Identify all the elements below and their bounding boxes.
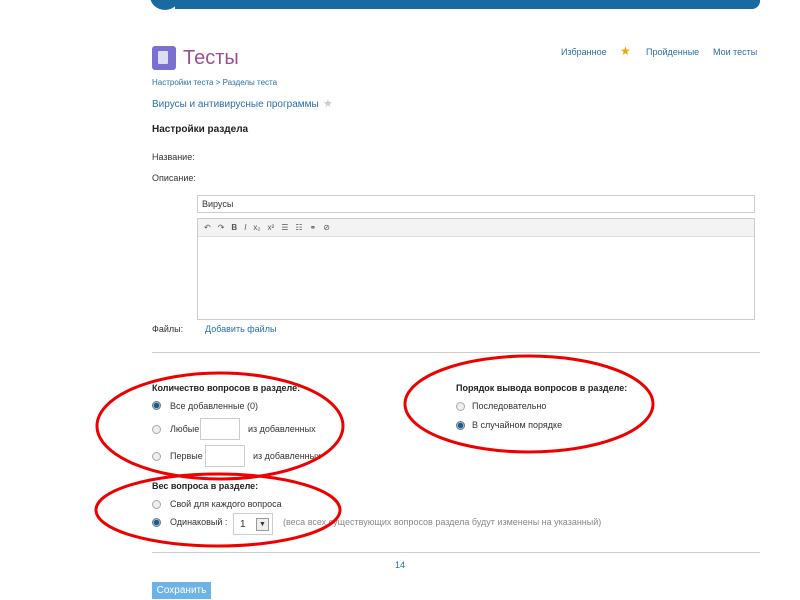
annotation-ellipses xyxy=(94,354,655,548)
annotation-ellipse-weight xyxy=(94,472,342,548)
annotation-ellipse-order xyxy=(403,354,655,454)
annotation-ellipse-count xyxy=(95,371,345,481)
